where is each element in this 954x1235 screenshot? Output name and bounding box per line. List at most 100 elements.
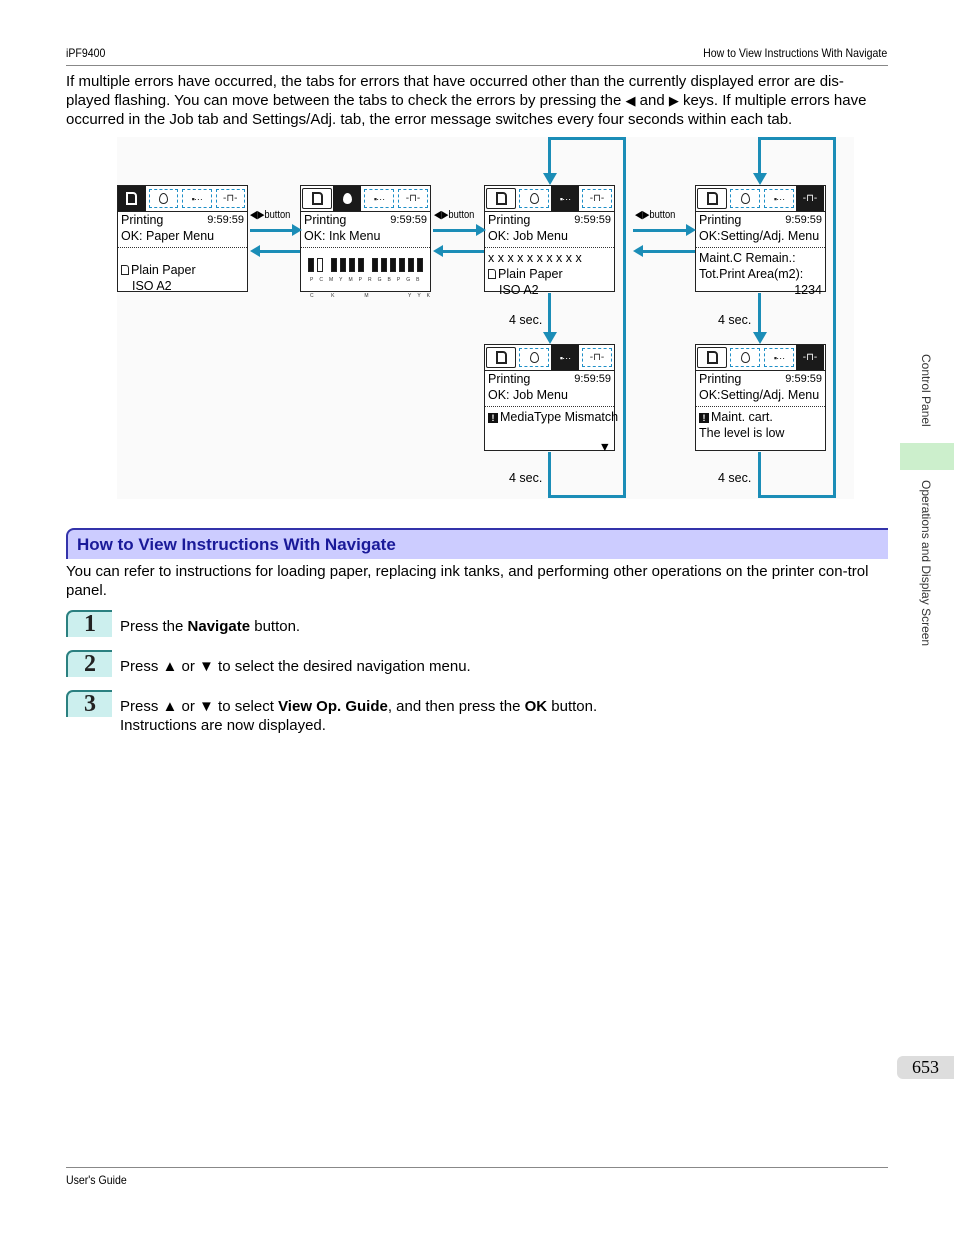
job-icon: ▪⋯: [773, 193, 785, 204]
lcd-paper-type: Plain Paper: [131, 263, 196, 277]
job-icon: ▪⋯: [373, 193, 385, 204]
right-arrow: [633, 224, 696, 236]
ink-label: P: [396, 277, 401, 283]
ink-label: G: [406, 277, 411, 283]
ink-tab-flashing: [519, 189, 549, 208]
lcd-job-error-screen: ▪⋯ -⊓- Printing 9:59:59 OK: Job Menu ! Med…: [484, 344, 618, 454]
loop-line: [548, 452, 551, 498]
section-title: How to View Instructions With Navigate: [77, 535, 396, 554]
scroll-down-icon: ▼: [598, 440, 611, 454]
loop-line: [758, 452, 761, 498]
job-icon: ▪⋯: [191, 193, 203, 204]
job-tab-flashing: ▪⋯: [182, 189, 212, 208]
paper-icon: [495, 351, 507, 364]
lcd-time: 9:59:59: [785, 373, 822, 385]
lcd-status: Printing: [488, 372, 531, 386]
ink-label: R: [368, 277, 372, 283]
settings-tab-flashing: -⊓-: [215, 189, 245, 208]
paper-icon: [311, 192, 323, 205]
ink-color-labels-bottom: C K M Y Y K: [301, 288, 430, 304]
ink-drop-icon: [529, 352, 539, 363]
ink-label: B: [416, 277, 420, 283]
intro-paragraph: If multiple errors have occurred, the ta…: [66, 72, 888, 129]
step-text-bold: View Op. Guide: [278, 698, 388, 715]
ink-bar: [372, 258, 378, 272]
ink-bar: [399, 258, 405, 272]
lcd-job-name: x x x x x x x x x x: [488, 251, 582, 265]
lcd-error-message: Maint. cart.: [711, 410, 773, 424]
page-number: 653: [897, 1056, 954, 1079]
lcd-paper-screen: ▪⋯ -⊓- Printing 9:59:59 OK: Paper Menu Pl…: [117, 185, 248, 293]
ink-label: G: [377, 277, 382, 283]
loop-line: [833, 137, 836, 498]
lcd-divider: [118, 247, 247, 248]
section-heading: How to View Instructions With Navigate: [66, 528, 888, 559]
ink-bar: [390, 258, 396, 272]
footer-divider: [66, 1167, 888, 1168]
paper-icon: [706, 351, 718, 364]
lcd-settings-error-screen: ▪⋯ -⊓- Printing 9:59:59 OK:Setting/Adj. M…: [695, 344, 826, 451]
left-arrow: [433, 245, 484, 257]
interval-label: 4 sec.: [509, 313, 543, 327]
ink-label: M: [364, 293, 369, 299]
paper-icon: [121, 265, 129, 275]
lcd-menu-hint: OK:Setting/Adj. Menu: [699, 229, 820, 243]
loop-line: [758, 293, 761, 333]
step-result-text: Instructions are now displayed.: [120, 717, 326, 734]
lcd-tabs: ▪⋯ -⊓-: [485, 345, 614, 371]
settings-tab-flashing: -⊓-: [398, 189, 428, 208]
paper-tab: [486, 188, 516, 209]
header-divider: [66, 65, 888, 66]
lcd-divider: [485, 247, 614, 248]
settings-icon: -⊓-: [223, 192, 238, 204]
settings-tab-flashing: -⊓-: [582, 189, 612, 208]
sidebar-section-label: Operations and Display Screen: [919, 480, 933, 647]
ink-label: K: [331, 293, 335, 299]
ink-bar: [331, 258, 337, 272]
tab-navigation-diagram: ▪⋯ -⊓- Printing 9:59:59 OK: Paper Menu Pl…: [117, 137, 854, 499]
ink-label: M: [348, 277, 353, 283]
ink-level-bars: [301, 258, 430, 272]
ink-label: Y: [339, 277, 343, 283]
step-text: Press ▲ or ▼ to select View Op. Guide, a…: [120, 697, 597, 735]
settings-icon: -⊓-: [589, 351, 605, 363]
ink-tab-flashing: [730, 348, 760, 367]
step-number-badge: 1: [66, 610, 112, 637]
lcd-menu-hint: OK: Ink Menu: [304, 229, 381, 243]
loop-line: [548, 137, 551, 174]
paper-tab: [118, 186, 147, 211]
settings-tab: -⊓-: [796, 186, 825, 211]
intro-text-and: and: [635, 92, 669, 109]
down-arrow: [753, 173, 767, 185]
ink-color-labels: P C M Y M P R G B P G B: [301, 272, 430, 288]
step-text-part: Press ▲ or ▼ to select the desired navig…: [120, 658, 471, 675]
job-tab: ▪⋯: [551, 186, 580, 211]
ink-label: M: [328, 277, 334, 283]
arrow-button-label: ◀▶button: [635, 209, 676, 221]
warning-icon: !: [699, 413, 709, 423]
arrow-button-label: ◀▶button: [434, 209, 475, 221]
lcd-time: 9:59:59: [390, 214, 427, 226]
ink-drop-icon: [342, 193, 352, 204]
left-arrow: [633, 245, 695, 257]
step-text-part: Press ▲ or ▼ to select: [120, 698, 279, 715]
lcd-tabs: ▪⋯ -⊓-: [696, 345, 825, 371]
settings-icon: -⊓-: [802, 192, 818, 204]
interval-label: 4 sec.: [718, 471, 752, 485]
step-text-part: , and then press the: [387, 698, 525, 715]
sidebar-chapter-label: Control Panel: [919, 354, 933, 427]
lcd-time: 9:59:59: [574, 373, 611, 385]
lcd-status: Printing: [699, 213, 742, 227]
job-icon: ▪⋯: [559, 193, 571, 204]
ink-bar: [340, 258, 346, 272]
section-paragraph: You can refer to instructions for loadin…: [66, 563, 869, 599]
lcd-menu-hint: OK: Paper Menu: [121, 229, 215, 243]
lcd-error-detail: The level is low: [699, 426, 785, 440]
lcd-job-screen: ▪⋯ -⊓- Printing 9:59:59 OK: Job Menu x x …: [484, 185, 615, 297]
right-arrow: [250, 224, 302, 236]
left-key-icon: ◀: [625, 93, 636, 108]
lcd-divider: [301, 247, 430, 248]
lcd-tabs: ▪⋯ -⊓-: [301, 186, 430, 212]
ink-bar: [408, 258, 414, 272]
down-arrow: [543, 332, 557, 344]
